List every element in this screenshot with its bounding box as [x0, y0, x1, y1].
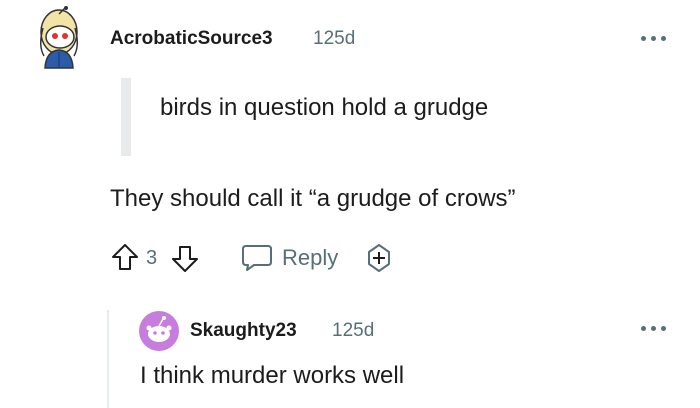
upvote-icon	[112, 244, 138, 270]
reply-body: I think murder works well	[140, 362, 405, 389]
award-icon	[368, 244, 390, 272]
snoo-avatar-icon	[139, 311, 179, 351]
comment-author[interactable]: AcrobaticSource3	[110, 28, 273, 50]
downvote-button[interactable]	[170, 244, 200, 274]
thread-line[interactable]	[107, 310, 109, 408]
reply-author[interactable]: Skaughty23	[190, 320, 297, 342]
upvote-button[interactable]	[110, 242, 140, 272]
comment-timestamp[interactable]: 125d	[313, 28, 355, 50]
quote-bar	[121, 78, 131, 156]
downvote-icon	[172, 246, 198, 272]
reply-avatar[interactable]	[138, 310, 180, 352]
avatar-illustration-icon	[40, 6, 78, 69]
reply-icon	[242, 245, 272, 271]
quoted-text: birds in question hold a grudge	[160, 94, 489, 121]
more-options-icon[interactable]	[641, 36, 667, 44]
reply-timestamp[interactable]: 125d	[332, 320, 374, 342]
reply-label: Reply	[282, 245, 339, 270]
vote-count: 3	[146, 247, 158, 269]
reply-button[interactable]: Reply	[240, 242, 340, 276]
comment-body: They should call it “a grudge of crows”	[110, 185, 516, 212]
award-button[interactable]	[364, 243, 394, 273]
user-avatar[interactable]	[34, 6, 84, 70]
reply-more-options-icon[interactable]	[641, 326, 667, 334]
